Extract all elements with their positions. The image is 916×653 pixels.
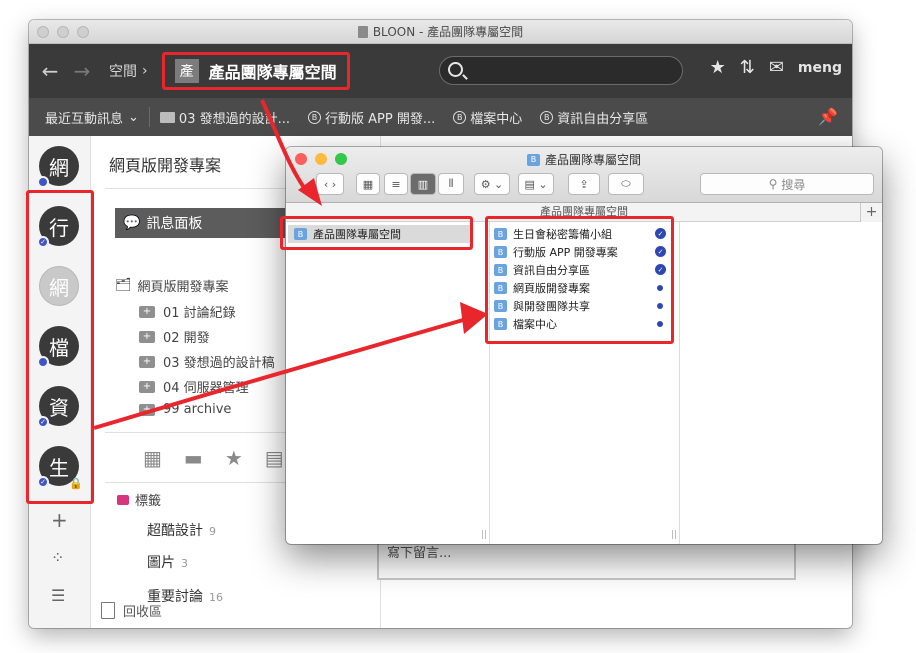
bloon-folder-icon: B [526,153,540,166]
user-name[interactable]: meng [798,60,842,76]
column-view-icon[interactable]: ▥ [410,173,436,195]
tree-item[interactable]: + 04 伺服器管理 [139,377,249,396]
tree-item[interactable]: + 02 開發 [139,327,210,346]
mail-icon[interactable]: ✉ [769,57,784,78]
pin-icon[interactable]: 📌 [818,107,838,126]
chevron-right-icon: › [142,63,148,79]
tag-item[interactable]: 超酷設計 9 [147,520,216,540]
folder-plus-icon: + [139,305,155,318]
document-icon [357,25,368,38]
list-icon[interactable]: ☰ [51,586,65,605]
bloon-space-icon: B [308,110,321,124]
trash-icon [101,602,115,619]
tree-item[interactable]: + 01 討論紀錄 [139,302,236,321]
highlight-rail [26,190,94,504]
add-tab-icon[interactable]: + [860,203,882,222]
divider [148,107,150,127]
folder-plus-icon: + [139,355,155,368]
grid-view-icon[interactable]: ▦ [143,446,162,470]
chevron-down-icon: ⌄ [128,109,139,125]
space-avatar: 產 [174,59,199,83]
list-view-icon[interactable]: ≡ [384,173,408,195]
search-icon [448,62,463,77]
bulletin-board-button[interactable]: 💬 訊息面板 [115,208,285,238]
folder-plus-icon: + [139,403,155,416]
folder-icon [159,111,175,123]
space-name: 產品團隊專屬空間 [208,63,337,82]
unread-dot-icon [37,176,49,188]
highlight-finder-items [485,216,674,344]
favorite-item[interactable]: 03 發想過的設計... [159,108,290,127]
finder-title: B 產品團隊專屬空間 [286,151,882,168]
tag-item[interactable]: 圖片 3 [147,552,188,572]
gear-icon[interactable]: ⚙ ⌄ [474,173,510,195]
tag-icon[interactable]: ⬭ [608,173,644,195]
recent-messages-dropdown[interactable]: 最近互動訊息 ⌄ [45,108,139,127]
folder-plus-icon: + [139,380,155,393]
search-input[interactable] [439,56,683,85]
folder-view-icon[interactable]: ▬ [184,446,203,470]
favorite-item[interactable]: B 資訊自由分享區 [540,108,648,127]
favorite-item[interactable]: B 檔案中心 [453,108,522,127]
forward-arrow-icon[interactable]: → [71,59,93,83]
column-grip-icon[interactable]: || [671,530,677,540]
window-title: BLOON - 產品團隊專屬空間 [357,23,523,40]
star-icon[interactable]: ★ [710,57,726,78]
space-title: 網頁版開發專案 [109,156,222,175]
main-toolbar: ← → 空間 › 產 產品團隊專屬空間 ★ ⇅ ✉ meng [29,44,852,98]
tag-icon [117,494,129,505]
bloon-space-icon: B [540,110,554,124]
finder-window: B 產品團隊專屬空間 ‹ › ▦ ≡ ▥ ⫴ ⚙ ⌄ ▤ ⌄ ⇪ ⬭ ⚲ 搜尋 … [286,147,882,544]
column-divider[interactable] [679,222,680,544]
toolbar-actions: ★ ⇅ ✉ meng [710,57,842,78]
back-button[interactable]: ‹ › [316,173,344,195]
zoom-button[interactable] [77,26,89,38]
minimize-button[interactable] [57,26,69,38]
finder-search-input[interactable]: ⚲ 搜尋 [700,173,874,195]
bloon-space-icon: B [453,110,467,124]
close-button[interactable] [37,26,49,38]
screenshot-stage: BLOON - 產品團隊專屬空間 ← → 空間 › 產 產品團隊專屬空間 ★ ⇅… [0,0,916,653]
folder-check-icon: 🗂 [115,278,132,293]
comments-view-icon[interactable]: ▤ [265,446,284,470]
grid-icon[interactable]: ⁘ [51,548,64,567]
trash-link[interactable]: 回收區 [101,601,162,620]
favorites-bar: 最近互動訊息 ⌄ 03 發想過的設計... B 行動版 APP 開發... B … [29,98,852,136]
workspace-avatar[interactable]: 網 [37,146,79,188]
favorite-item[interactable]: B 行動版 APP 開發... [308,108,435,127]
starred-view-icon[interactable]: ★ [225,446,243,470]
column-grip-icon[interactable]: || [481,530,487,540]
arrange-icon[interactable]: ▤ ⌄ [518,173,554,195]
current-space-breadcrumb[interactable]: 產 產品團隊專屬空間 [161,52,350,90]
tags-header: 標籤 [117,490,161,509]
view-switcher: ▦ ▬ ★ ▤ [143,446,284,470]
tree-root[interactable]: 🗂 網頁版開發專案 [115,276,229,295]
sort-icon[interactable]: ⇅ [740,57,755,78]
finder-toolbar: B 產品團隊專屬空間 ‹ › ▦ ≡ ▥ ⫴ ⚙ ⌄ ▤ ⌄ ⇪ ⬭ ⚲ 搜尋 [286,147,882,203]
coverflow-view-icon[interactable]: ⫴ [438,173,464,195]
search-icon: ⚲ [768,177,778,191]
speech-bubble-icon: 💬 [123,215,141,231]
title-bar: BLOON - 產品團隊專屬空間 [29,20,852,44]
back-arrow-icon[interactable]: ← [39,59,61,83]
folder-plus-icon: + [139,330,155,343]
icon-view-icon[interactable]: ▦ [356,173,380,195]
tree-item[interactable]: + 03 發想過的設計稿 [139,352,275,371]
tree-item[interactable]: + 99 archive [139,402,231,417]
highlight-finder-sidebar [280,216,473,250]
add-icon[interactable]: + [51,508,68,532]
window-controls [37,26,89,38]
share-icon[interactable]: ⇪ [568,173,600,195]
space-dropdown[interactable]: 空間 › [109,61,148,81]
